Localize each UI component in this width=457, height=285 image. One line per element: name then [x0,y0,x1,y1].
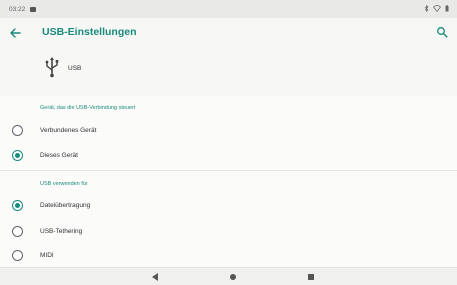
search-icon[interactable] [436,26,448,38]
option-label: USB-Tethering [40,228,83,235]
app-bar: USB-Einstellungen [0,18,457,48]
bluetooth-icon [424,5,429,12]
battery-icon [445,5,449,12]
status-time: 03:22 [9,5,26,13]
option-midi[interactable]: MIDI [0,245,457,267]
option-usb-tethering[interactable]: USB-Tethering [0,221,457,243]
section-title: Gerät, das die USB-Verbindung steuert [40,105,136,111]
section-title: USB verwenden für [40,181,88,187]
option-label: Verbundenes Gerät [40,127,97,134]
radio-button[interactable] [12,125,23,136]
option-file-transfer[interactable]: Dateiübertragung [0,195,457,217]
usb-header: USB [0,48,457,90]
option-this-device[interactable]: Dieses Gerät [0,145,457,167]
usb-label: USB [68,65,82,72]
usb-icon [45,57,59,78]
nav-back-icon[interactable] [151,272,159,282]
status-icons [424,5,449,12]
navigation-bar [0,267,457,285]
arrow-back-icon[interactable] [9,27,21,39]
radio-button-selected[interactable] [12,200,23,211]
radio-button[interactable] [12,250,23,261]
nav-recents-icon[interactable] [307,273,315,281]
wifi-icon [433,5,441,12]
section-usage: USB verwenden für Dateiübertragung USB-T… [0,171,457,267]
radio-button-selected[interactable] [12,150,23,161]
section-control: Gerät, das die USB-Verbindung steuert Ve… [0,96,457,170]
notification-icon [30,6,37,12]
option-label: MIDI [40,252,54,259]
option-connected-device[interactable]: Verbundenes Gerät [0,120,457,142]
radio-button[interactable] [12,226,23,237]
nav-home-icon[interactable] [229,273,237,281]
option-label: Dateiübertragung [40,202,91,209]
status-bar: 03:22 [0,0,457,18]
page-title: USB-Einstellungen [42,26,137,38]
option-label: Dieses Gerät [40,152,78,159]
